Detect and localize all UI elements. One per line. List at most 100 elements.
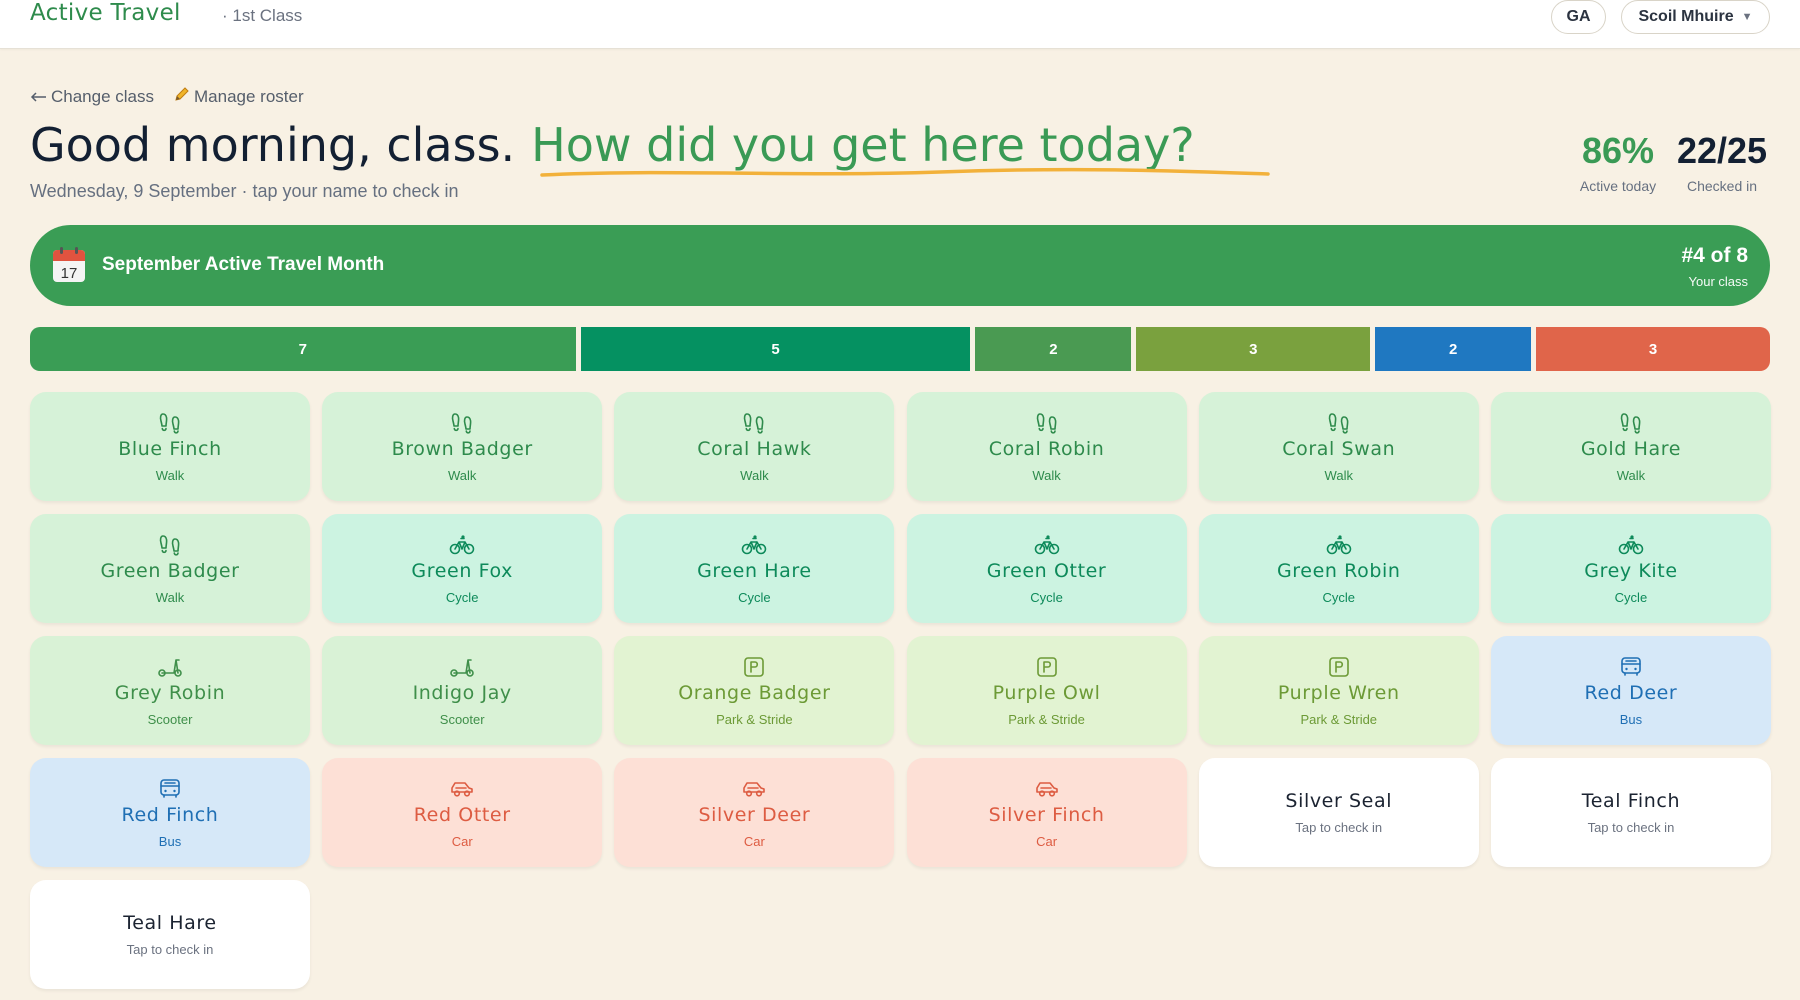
student-card[interactable]: Green Otter Cycle bbox=[906, 514, 1187, 623]
student-card[interactable]: Brown Badger Walk bbox=[322, 392, 603, 501]
mode-segment-cycle: 5 bbox=[580, 327, 971, 371]
mode-segment-bus: 2 bbox=[1375, 327, 1532, 371]
active-today-stat: 86% Active today bbox=[1574, 130, 1662, 194]
car-icon bbox=[1034, 777, 1060, 801]
mode-distribution-bar: 752323 bbox=[30, 327, 1770, 371]
footprints-icon bbox=[449, 411, 475, 435]
travel-mode-label: Scooter bbox=[147, 711, 193, 727]
top-bar: Active Travel · 1st Class GA Scoil Mhuir… bbox=[0, 0, 1800, 49]
student-card[interactable]: Coral Hawk Walk bbox=[614, 392, 895, 501]
student-card[interactable]: Gold Hare Walk bbox=[1490, 392, 1771, 501]
student-card[interactable]: Red Deer Bus bbox=[1490, 636, 1771, 745]
student-name: Silver Seal bbox=[1285, 790, 1393, 812]
student-card[interactable]: Green Badger Walk bbox=[30, 514, 310, 623]
student-card[interactable]: Blue Finch Walk bbox=[30, 392, 310, 501]
student-card[interactable]: Indigo Jay Scooter bbox=[322, 636, 603, 745]
car-icon bbox=[741, 777, 767, 801]
travel-mode-label: Car bbox=[743, 833, 765, 849]
bicycle-icon bbox=[449, 533, 475, 557]
student-card[interactable]: Silver Finch Car bbox=[906, 758, 1187, 867]
student-card[interactable]: Teal Finch Tap to check in bbox=[1490, 758, 1771, 867]
travel-mode-label: Walk bbox=[1324, 467, 1353, 483]
travel-mode-label: Walk bbox=[155, 467, 185, 483]
mode-segment-scooter: 2 bbox=[975, 327, 1132, 371]
travel-mode-label: Bus bbox=[1619, 711, 1643, 727]
travel-mode-label: Walk bbox=[155, 589, 185, 605]
travel-mode-label: Park & Stride bbox=[1008, 711, 1085, 727]
travel-mode-label: Cycle bbox=[1614, 589, 1648, 605]
travel-mode-label: Walk bbox=[1032, 467, 1061, 483]
student-card[interactable]: Green Hare Cycle bbox=[614, 514, 895, 623]
student-card[interactable]: Purple Owl Park & Stride bbox=[906, 636, 1187, 745]
travel-mode-label: Tap to check in bbox=[1587, 820, 1675, 835]
user-initials: GA bbox=[1566, 8, 1591, 25]
class-rank: #4 of 8 Your class bbox=[1681, 244, 1748, 289]
user-avatar-button[interactable]: GA bbox=[1551, 0, 1606, 34]
student-card[interactable]: Purple Wren Park & Stride bbox=[1198, 636, 1479, 745]
bicycle-icon bbox=[1618, 533, 1644, 557]
student-card[interactable]: Red Otter Car bbox=[322, 758, 603, 867]
student-name: Brown Badger bbox=[391, 437, 533, 460]
student-name: Purple Owl bbox=[992, 681, 1101, 704]
student-name: Grey Kite bbox=[1584, 559, 1678, 582]
bicycle-icon bbox=[1326, 533, 1352, 557]
student-card[interactable]: Green Fox Cycle bbox=[322, 514, 603, 623]
student-name: Coral Hawk bbox=[697, 437, 812, 460]
student-name: Coral Robin bbox=[988, 437, 1105, 460]
footprints-icon bbox=[157, 533, 183, 557]
student-card[interactable]: Red Finch Bus bbox=[30, 758, 310, 867]
footprints-icon bbox=[1618, 411, 1644, 435]
student-name: Blue Finch bbox=[118, 437, 222, 460]
greeting-text: Good morning, class. bbox=[30, 118, 516, 172]
student-card[interactable]: Grey Kite Cycle bbox=[1490, 514, 1771, 623]
checked-in-stat: 22/25 Checked in bbox=[1676, 130, 1768, 194]
footprints-icon bbox=[1326, 411, 1352, 435]
checked-in-label: Checked in bbox=[1686, 178, 1758, 194]
manage-roster-link[interactable]: Manage roster bbox=[174, 86, 304, 107]
student-grid: Blue Finch Walk Brown Badger Walk Coral Hawk… bbox=[30, 392, 1771, 989]
student-name: Teal Finch bbox=[1581, 790, 1681, 812]
student-name: Silver Finch bbox=[988, 803, 1105, 826]
scooter-icon bbox=[449, 655, 475, 679]
student-name: Green Hare bbox=[697, 559, 812, 582]
student-card[interactable]: Teal Hare Tap to check in bbox=[30, 880, 310, 989]
student-card[interactable]: Coral Robin Walk bbox=[906, 392, 1187, 501]
pencil-icon bbox=[174, 86, 190, 107]
travel-mode-label: Tap to check in bbox=[126, 942, 214, 957]
travel-mode-label: Walk bbox=[740, 467, 769, 483]
change-class-label: Change class bbox=[51, 86, 155, 106]
travel-mode-label: Park & Stride bbox=[716, 711, 793, 727]
student-card[interactable]: Silver Seal Tap to check in bbox=[1198, 758, 1479, 867]
student-name: Green Robin bbox=[1276, 559, 1401, 582]
travel-mode-label: Cycle bbox=[1030, 589, 1063, 605]
challenge-banner[interactable]: 17 September Active Travel Month #4 of 8… bbox=[30, 225, 1770, 306]
student-card[interactable]: Orange Badger Park & Stride bbox=[614, 636, 895, 745]
student-card[interactable]: Silver Deer Car bbox=[614, 758, 895, 867]
bicycle-icon bbox=[1034, 533, 1060, 557]
bus-icon bbox=[1618, 655, 1644, 679]
calendar-day: 17 bbox=[61, 265, 78, 282]
active-label: Active today bbox=[1579, 178, 1657, 194]
mode-segment-park: 3 bbox=[1136, 327, 1371, 371]
rank-label: Your class bbox=[1688, 274, 1749, 289]
challenge-title: September Active Travel Month bbox=[102, 254, 385, 275]
car-icon bbox=[449, 777, 475, 801]
school-selector[interactable]: Scoil Mhuire ▼ bbox=[1621, 0, 1770, 34]
travel-mode-label: Tap to check in bbox=[1295, 820, 1383, 835]
student-card[interactable]: Coral Swan Walk bbox=[1198, 392, 1479, 501]
student-name: Coral Swan bbox=[1282, 437, 1396, 460]
travel-mode-label: Cycle bbox=[738, 589, 771, 605]
scooter-icon bbox=[157, 655, 183, 679]
travel-mode-label: Cycle bbox=[1322, 589, 1355, 605]
arrow-left-icon bbox=[30, 87, 47, 107]
travel-mode-label: Cycle bbox=[445, 589, 479, 605]
student-card[interactable]: Grey Robin Scooter bbox=[30, 636, 310, 745]
travel-mode-label: Walk bbox=[447, 467, 477, 483]
calendar-icon: 17 bbox=[53, 247, 85, 282]
student-card[interactable]: Green Robin Cycle bbox=[1198, 514, 1479, 623]
student-name: Indigo Jay bbox=[412, 681, 512, 704]
travel-mode-label: Walk bbox=[1616, 467, 1646, 483]
change-class-link[interactable]: Change class bbox=[30, 86, 154, 107]
date-line: Wednesday, 9 September · tap your name t… bbox=[30, 181, 459, 201]
student-name: Grey Robin bbox=[114, 681, 226, 704]
